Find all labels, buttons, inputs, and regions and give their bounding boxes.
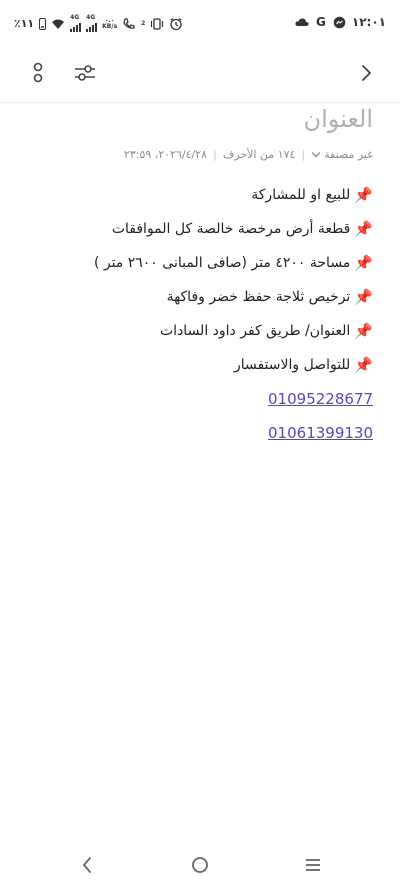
note-line-text: ترخيص ثلاجة حفظ خضر وفاكهة [166,289,351,305]
status-bar: ٪١١ 4G 4G ٠.٠ KB/s 2 G ١٢:٠١ [0,0,400,44]
call-icon [122,17,136,31]
note-line-text: للتواصل والاستفسار [233,357,351,373]
clock-time: ١٢:٠١ [351,15,386,29]
nav-recents-button[interactable] [300,852,326,878]
note-meta: غير مصنفة | ١٧٤ من الأحرف | ٢٠٢٦/٤/٢٨، ٢… [23,148,373,161]
messenger-icon [333,15,347,29]
nav-recents-icon [306,859,320,871]
note-line: 📌 ترخيص ثلاجة حفظ خضر وفاكهة [23,286,373,320]
signal-bars-2-icon [86,21,98,32]
phone-link[interactable]: 01095228677 [23,388,373,422]
note-title-field[interactable]: العنوان [33,103,374,135]
sliders-icon [75,65,95,81]
note-body[interactable]: 📌 للبيع او للمشاركة 📌 قطعة أرض مرخصة خالصة… [23,184,373,456]
chevron-right-icon [362,65,371,81]
note-line-text: للبيع او للمشاركة [251,187,351,203]
note-line: 📌 مساحة ٤٢٠٠ متر (صافى المبانى ٢٦٠٠ متر ) [23,252,373,286]
status-bar-right: G ١٢:٠١ [295,15,386,29]
pin-icon: 📌 [354,186,373,204]
alarm-icon [169,17,183,31]
phone-link[interactable]: 01061399130 [23,422,373,456]
network-speed: ٠.٠ KB/s [102,17,118,30]
nav-back-icon [82,857,91,873]
note-line: 📌 العنوان/ طريق كفر داود السادات [23,320,373,354]
meta-separator: | [301,148,306,161]
status-bar-left: ٪١١ 4G 4G ٠.٠ KB/s 2 [14,15,183,32]
pin-icon: 📌 [354,322,373,340]
note-line: 📌 للتواصل والاستفسار [23,354,373,388]
back-button[interactable] [351,58,381,88]
note-line: 📌 للبيع او للمشاركة [23,184,373,218]
more-vertical-icon [33,62,43,83]
signal-2: 4G [86,15,98,32]
battery-icon [39,17,47,30]
speed-unit: KB/s [102,22,118,30]
note-settings-button[interactable] [70,58,100,88]
note-line: 📌 قطعة أرض مرخصة خالصة كل الموافقات [23,218,373,252]
note-line-text: قطعة أرض مرخصة خالصة كل الموافقات [111,221,351,237]
category-label: غير مصنفة [324,148,373,161]
chevron-down-icon [311,152,321,158]
note-line-text: العنوان/ طريق كفر داود السادات [160,323,351,339]
pin-icon: 📌 [354,220,373,238]
note-datetime: ٢٠٢٦/٤/٢٨، ٢٣:٥٩ [123,148,208,161]
system-nav-bar [0,842,400,886]
sim-slot: 2 [141,19,146,27]
signal-1: 4G [70,15,82,32]
google-icon: G [315,15,326,29]
more-options-button[interactable] [23,58,53,88]
pin-icon: 📌 [354,288,373,306]
signal-bars-1-icon [70,21,82,32]
wifi-icon [51,17,65,31]
char-count: ١٧٤ من الأحرف [222,148,296,161]
pin-icon: 📌 [354,254,373,272]
note-line-text: مساحة ٤٢٠٠ متر (صافى المبانى ٢٦٠٠ متر ) [93,255,351,271]
cloud-icon [295,15,309,29]
category-dropdown[interactable]: غير مصنفة [311,148,373,161]
vibrate-icon [150,17,164,31]
nav-home-button[interactable] [187,852,213,878]
nav-back-button[interactable] [74,852,100,878]
battery-percent: ٪١١ [14,17,35,30]
meta-separator: | [213,148,217,161]
nav-home-icon [192,857,208,873]
note-toolbar [0,44,400,102]
pin-icon: 📌 [354,356,373,374]
